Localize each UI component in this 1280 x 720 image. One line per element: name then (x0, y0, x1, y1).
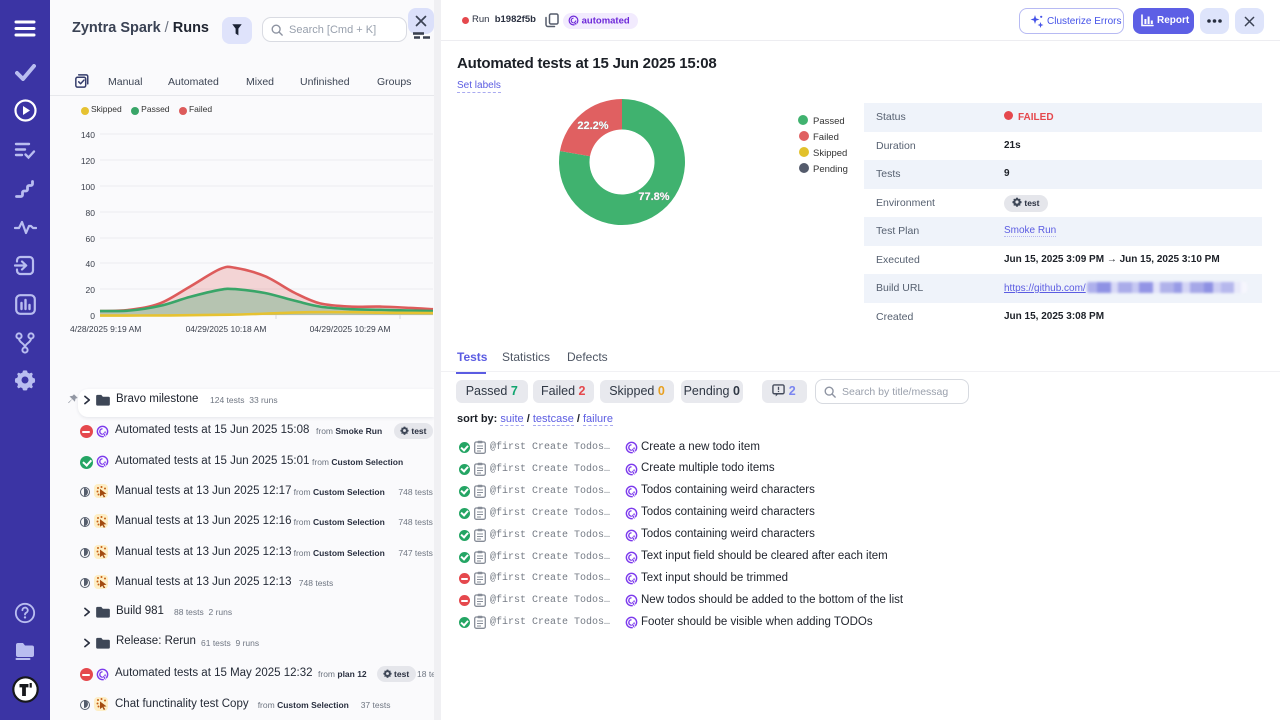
svg-text:22.2%: 22.2% (577, 120, 608, 132)
svg-text:80: 80 (86, 208, 96, 218)
svg-text:140: 140 (81, 130, 95, 140)
svg-text:120: 120 (81, 156, 95, 166)
svg-text:0: 0 (90, 311, 95, 321)
svg-text:100: 100 (81, 182, 95, 192)
svg-text:4/28/2025 9:19 AM: 4/28/2025 9:19 AM (70, 324, 141, 334)
svg-text:40: 40 (86, 259, 96, 269)
svg-text:04/29/2025 10:29 AM: 04/29/2025 10:29 AM (310, 324, 391, 334)
svg-text:Pending: Pending (813, 164, 848, 175)
svg-text:60: 60 (86, 234, 96, 244)
svg-text:Failed: Failed (813, 132, 839, 143)
svg-text:Skipped: Skipped (813, 148, 847, 159)
svg-text:04/29/2025 10:18 AM: 04/29/2025 10:18 AM (186, 324, 267, 334)
svg-text:20: 20 (86, 285, 96, 295)
svg-text:77.8%: 77.8% (638, 191, 669, 203)
svg-text:Passed: Passed (813, 116, 845, 127)
